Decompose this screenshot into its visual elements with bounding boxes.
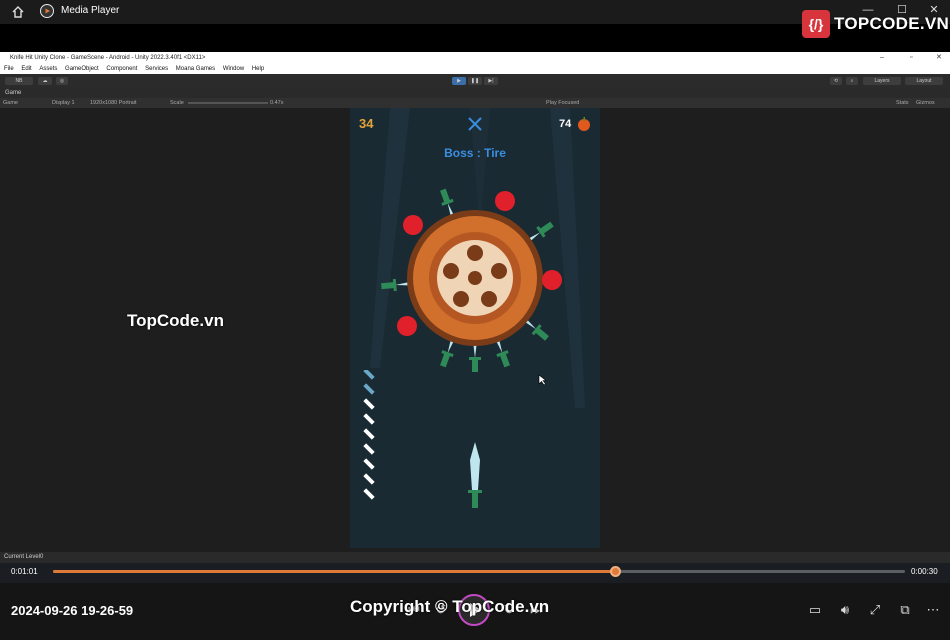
unity-minimize-button[interactable]: – bbox=[880, 52, 884, 64]
score-counter: 34 bbox=[359, 116, 374, 131]
unity-tabrow: Game bbox=[0, 88, 950, 98]
topcode-logo: {/} TOPCODE.VN bbox=[802, 10, 949, 38]
scale-slider[interactable] bbox=[188, 102, 268, 104]
unity-menubar: File Edit Assets GameObject Component Se… bbox=[0, 64, 950, 74]
game-view-toolbar: Game Display 1 1920x1080 Portrait Scale … bbox=[0, 98, 950, 108]
duration-time: 0:00:30 bbox=[911, 567, 938, 576]
unity-close-button[interactable]: ✕ bbox=[936, 52, 942, 64]
stats-button[interactable]: Stats bbox=[896, 98, 909, 108]
fullscreen-icon[interactable]: ⤢ bbox=[866, 601, 884, 619]
status-text: Current Level0 bbox=[4, 554, 44, 560]
menu-assets[interactable]: Assets bbox=[39, 64, 57, 74]
player-knife[interactable] bbox=[465, 442, 485, 512]
watermark-text: TopCode.vn bbox=[127, 311, 224, 330]
boss-tire-target bbox=[381, 188, 562, 372]
unity-maximize-button[interactable]: ▫ bbox=[910, 52, 912, 64]
scale-value: 0.47x bbox=[270, 100, 284, 106]
mini-player-icon[interactable]: ⧉ bbox=[896, 601, 914, 619]
apple-counter: 74 bbox=[559, 118, 572, 130]
subtitles-icon[interactable]: ▭ bbox=[806, 601, 824, 619]
remaining-knives-indicator bbox=[363, 370, 375, 500]
unity-status-bar: Current Level0 bbox=[0, 552, 950, 563]
boss-title: Boss : Tire bbox=[444, 146, 506, 160]
seek-progress bbox=[53, 570, 616, 573]
play-mode-button[interactable]: ▶ bbox=[452, 77, 466, 85]
menu-moana-games[interactable]: Moana Games bbox=[176, 64, 215, 74]
menu-help[interactable]: Help bbox=[252, 64, 264, 74]
logo-badge: {/} bbox=[802, 10, 830, 38]
logo-text: TOPCODE.VN bbox=[834, 14, 950, 33]
gizmos-button[interactable]: Gizmos bbox=[916, 98, 935, 108]
history-icon[interactable]: ⟲ bbox=[830, 77, 842, 85]
unity-window-title: Knife Hit Unity Clone - GameScene - Andr… bbox=[10, 55, 206, 61]
menu-window[interactable]: Window bbox=[223, 64, 244, 74]
app-title: Media Player bbox=[61, 5, 120, 16]
seek-row bbox=[0, 563, 950, 583]
volume-icon[interactable]: 🔊︎ bbox=[836, 601, 854, 619]
media-player-icon bbox=[40, 4, 54, 18]
pause-button[interactable]: ❚❚ bbox=[468, 77, 482, 85]
menu-gameobject[interactable]: GameObject bbox=[65, 64, 99, 74]
collab-icon[interactable]: ◎ bbox=[56, 77, 68, 85]
layout-dropdown[interactable]: Layout bbox=[905, 77, 943, 85]
menu-services[interactable]: Services bbox=[145, 64, 168, 74]
display-dropdown[interactable]: Display 1 bbox=[52, 98, 75, 108]
apple-icon bbox=[578, 117, 590, 131]
account-button[interactable]: NB bbox=[5, 77, 33, 85]
step-button[interactable]: ▶| bbox=[484, 77, 498, 85]
play-focused-dropdown[interactable]: Play Focused bbox=[546, 98, 579, 108]
unity-toolbar: NB ☁ ◎ ▶ ❚❚ ▶| ⟲ ⌕ Layers Layout bbox=[0, 74, 950, 88]
resolution-dropdown[interactable]: 1920x1080 Portrait bbox=[90, 98, 136, 108]
menu-component[interactable]: Component bbox=[106, 64, 137, 74]
game-tab[interactable]: Game bbox=[5, 90, 21, 96]
copyright-watermark: Copyright © TopCode.vn bbox=[350, 597, 550, 616]
current-time: 0:01:01 bbox=[11, 567, 38, 576]
search-icon[interactable]: ⌕ bbox=[846, 77, 858, 85]
game-screen[interactable]: 34 74 Boss : Tire bbox=[350, 108, 600, 548]
video-title: 2024-09-26 19-26-59 bbox=[11, 603, 134, 618]
crossed-swords-icon[interactable] bbox=[467, 116, 483, 132]
view-dropdown[interactable]: Game bbox=[3, 98, 18, 108]
more-icon[interactable]: ⋯ bbox=[924, 601, 942, 619]
menu-edit[interactable]: Edit bbox=[21, 64, 31, 74]
cloud-icon[interactable]: ☁ bbox=[38, 77, 52, 85]
home-icon[interactable] bbox=[10, 4, 26, 20]
unity-titlebar: Knife Hit Unity Clone - GameScene - Andr… bbox=[0, 52, 950, 64]
menu-file[interactable]: File bbox=[4, 64, 14, 74]
layers-dropdown[interactable]: Layers bbox=[863, 77, 901, 85]
mouse-cursor-icon bbox=[538, 374, 547, 386]
scale-label: Scale bbox=[170, 100, 184, 106]
